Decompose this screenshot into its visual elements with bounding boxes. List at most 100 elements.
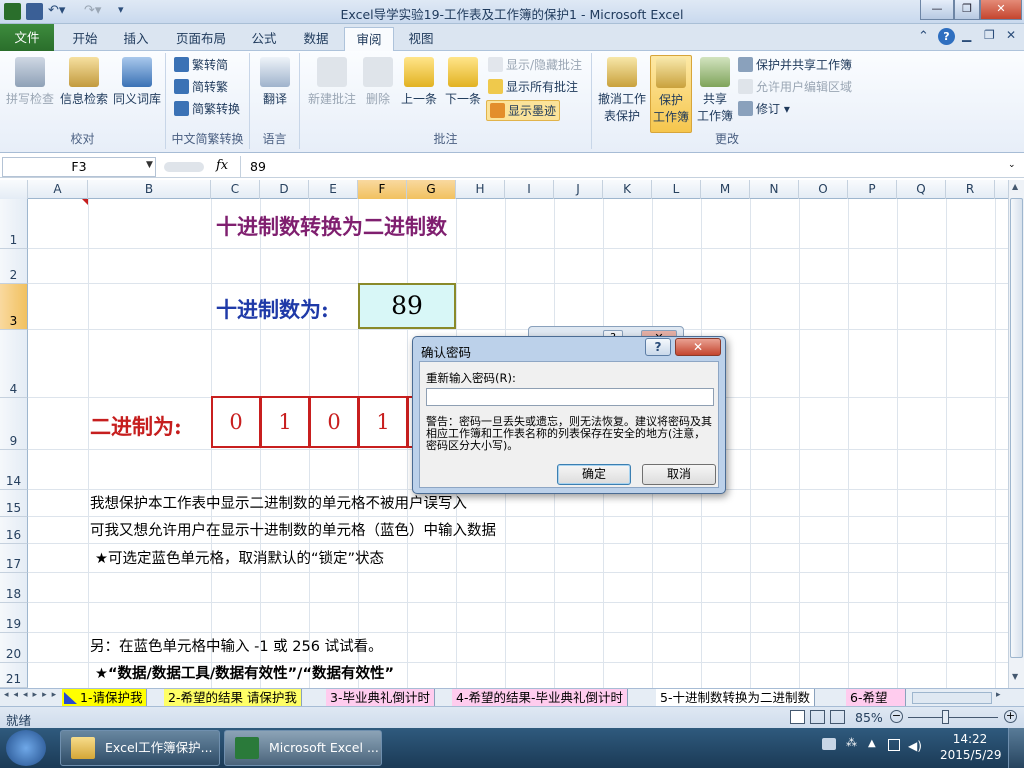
- clock-date[interactable]: 2015/5/29: [940, 748, 1002, 762]
- show-desktop-button[interactable]: [1008, 728, 1024, 768]
- col-header-m[interactable]: M: [701, 180, 750, 199]
- col-header-p[interactable]: P: [848, 180, 897, 199]
- collapse-ribbon-icon[interactable]: ⌃: [918, 29, 929, 44]
- zoom-out-icon[interactable]: −: [890, 710, 903, 723]
- col-header-g[interactable]: G: [407, 180, 456, 199]
- help-icon[interactable]: ?: [938, 28, 955, 45]
- col-header-n[interactable]: N: [750, 180, 799, 199]
- col-header-l[interactable]: L: [652, 180, 701, 199]
- minimize-button[interactable]: —: [920, 0, 954, 20]
- show-ink-button[interactable]: 显示墨迹: [486, 100, 561, 121]
- show-all-comments-button[interactable]: 显示所有批注: [488, 77, 578, 98]
- col-header-d[interactable]: D: [260, 180, 309, 199]
- start-button-icon[interactable]: [6, 730, 46, 766]
- col-header-e[interactable]: E: [309, 180, 358, 199]
- row-header-18[interactable]: 18: [0, 573, 28, 603]
- ok-button[interactable]: 确定: [557, 464, 631, 485]
- col-header-f[interactable]: F: [358, 180, 407, 199]
- scroll-thumb[interactable]: [1010, 198, 1023, 658]
- taskbar-item-explorer[interactable]: Excel工作簿保护...: [60, 730, 220, 766]
- col-header-j[interactable]: J: [554, 180, 603, 199]
- cancel-button[interactable]: 取消: [642, 464, 716, 485]
- binary-bit-cell[interactable]: 1: [358, 396, 408, 448]
- dialog-close-button[interactable]: ✕: [675, 338, 721, 356]
- binary-bit-cell[interactable]: 0: [309, 396, 359, 448]
- col-header-o[interactable]: O: [799, 180, 848, 199]
- delete-comment-button[interactable]: 删除: [360, 57, 396, 107]
- clock-time[interactable]: 14:22: [940, 732, 1000, 746]
- workbook-close-icon[interactable]: ✕: [1006, 28, 1016, 42]
- network-icon[interactable]: [888, 739, 900, 751]
- restore-button[interactable]: ❐: [954, 0, 980, 20]
- show-hide-comment-button[interactable]: 显示/隐藏批注: [488, 55, 582, 76]
- decimal-input-cell[interactable]: 89: [358, 283, 456, 329]
- research-button[interactable]: 信息检索: [58, 57, 110, 107]
- tab-review[interactable]: 审阅: [344, 27, 394, 52]
- binary-bit-cell[interactable]: 1: [260, 396, 310, 448]
- vertical-scrollbar[interactable]: ▲ ▼: [1008, 180, 1024, 688]
- sheet-tab-1[interactable]: 1-请保护我: [62, 689, 148, 707]
- row-header-1[interactable]: 1: [0, 199, 28, 249]
- horizontal-scrollbar[interactable]: [912, 692, 992, 704]
- tab-view[interactable]: 视图: [398, 27, 444, 51]
- workbook-minimize-icon[interactable]: ▁: [962, 28, 971, 42]
- zoom-slider-thumb[interactable]: [942, 710, 949, 724]
- col-header-k[interactable]: K: [603, 180, 652, 199]
- track-changes-button[interactable]: 修订 ▾: [738, 99, 790, 120]
- language-bar-icon[interactable]: ⁂: [846, 736, 857, 749]
- row-header-19[interactable]: 19: [0, 603, 28, 633]
- formula-bar-grip-icon[interactable]: [164, 162, 204, 172]
- col-header-c[interactable]: C: [211, 180, 260, 199]
- tab-page-layout[interactable]: 页面布局: [168, 27, 234, 51]
- expand-formula-bar-icon[interactable]: ⌄: [1008, 160, 1016, 170]
- zoom-in-icon[interactable]: +: [1004, 710, 1017, 723]
- binary-bit-cell[interactable]: 0: [211, 396, 261, 448]
- name-box[interactable]: F3: [2, 157, 156, 177]
- zoom-slider[interactable]: [908, 717, 998, 718]
- sheet-tab-2[interactable]: 2-希望的结果 请保护我: [164, 689, 302, 707]
- workbook-restore-icon[interactable]: ❐: [984, 28, 995, 42]
- volume-icon[interactable]: ◀): [908, 739, 922, 753]
- show-hidden-icons[interactable]: ▲: [868, 738, 876, 749]
- row-header-2[interactable]: 2: [0, 249, 28, 284]
- unprotect-sheet-button[interactable]: 撤消工作 表保护: [596, 57, 648, 124]
- sheet-tab-5-active[interactable]: 5-十进制数转换为二进制数: [656, 689, 815, 707]
- share-workbook-button[interactable]: 共享 工作簿: [694, 57, 736, 124]
- chinese-convert-button[interactable]: 简繁转换: [174, 99, 240, 120]
- col-header-q[interactable]: Q: [897, 180, 946, 199]
- taskbar-item-excel[interactable]: Microsoft Excel ...: [224, 730, 382, 766]
- row-header-15[interactable]: 15: [0, 490, 28, 517]
- next-comment-button[interactable]: 下一条: [442, 57, 484, 107]
- col-header-h[interactable]: H: [456, 180, 505, 199]
- tab-file[interactable]: 文件: [0, 24, 54, 51]
- sheet-tab-3[interactable]: 3-毕业典礼倒计时: [326, 689, 435, 707]
- scroll-down-icon[interactable]: ▼: [1012, 672, 1018, 681]
- protect-workbook-button[interactable]: 保护 工作簿: [650, 55, 692, 133]
- allow-edit-ranges-button[interactable]: 允许用户编辑区域: [738, 77, 852, 98]
- protect-and-share-button[interactable]: 保护并共享工作簿: [738, 55, 852, 76]
- tab-insert[interactable]: 插入: [112, 27, 160, 51]
- col-header-r[interactable]: R: [946, 180, 995, 199]
- scroll-up-icon[interactable]: ▲: [1012, 182, 1018, 191]
- sheet-tab-4[interactable]: 4-希望的结果-毕业典礼倒计时: [452, 689, 628, 707]
- traditional-to-simplified-button[interactable]: 繁转简: [174, 55, 228, 76]
- row-header-9[interactable]: 9: [0, 398, 28, 450]
- thesaurus-button[interactable]: 同义词库: [112, 57, 162, 107]
- sheet-tab-6[interactable]: 6-希望: [846, 689, 906, 707]
- row-header-4[interactable]: 4: [0, 330, 28, 398]
- translate-button[interactable]: 翻译: [254, 57, 296, 107]
- page-break-view-icon[interactable]: [830, 710, 845, 724]
- page-layout-view-icon[interactable]: [810, 710, 825, 724]
- col-header-i[interactable]: I: [505, 180, 554, 199]
- row-header-16[interactable]: 16: [0, 517, 28, 544]
- simplified-to-traditional-button[interactable]: 简转繁: [174, 77, 228, 98]
- row-header-14[interactable]: 14: [0, 450, 28, 490]
- tab-data[interactable]: 数据: [292, 27, 340, 51]
- dialog-help-button[interactable]: ?: [645, 338, 671, 356]
- insert-function-icon[interactable]: fx: [216, 158, 228, 173]
- row-header-3[interactable]: 3: [0, 284, 28, 330]
- tab-formulas[interactable]: 公式: [240, 27, 288, 51]
- select-all-corner[interactable]: [0, 180, 28, 199]
- row-header-17[interactable]: 17: [0, 544, 28, 573]
- normal-view-icon[interactable]: [790, 710, 805, 724]
